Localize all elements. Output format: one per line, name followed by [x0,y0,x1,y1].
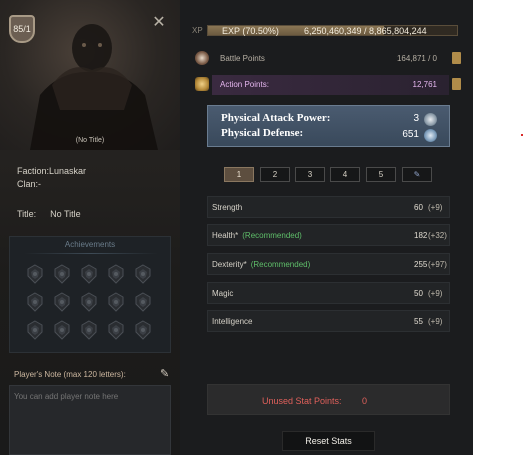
stat-name: Intelligence [212,317,252,326]
stat-row-strength[interactable]: Strength 60 (+9) [207,196,450,218]
achievement-emblem-icon[interactable] [79,292,99,312]
stat-name: Health* (Recommended) [212,231,302,240]
achievements-panel: Achievements [9,236,171,353]
achievement-emblem-icon[interactable] [133,264,153,284]
recommended-tag: (Recommended) [242,231,302,240]
clan-label: Clan: [17,179,39,189]
player-note-input[interactable] [14,389,166,403]
stat-name-text: Intelligence [212,317,253,326]
combat-stats-panel: Physical Attack Power: 3 Physical Defens… [207,105,450,147]
title-label: Title: [17,209,37,219]
achievement-emblem-icon[interactable] [52,264,72,284]
shield-icon [424,129,437,142]
achievement-emblem-icon[interactable] [133,320,153,340]
action-points-label: Action Points: [220,80,269,89]
player-note-label: Player's Note (max 120 letters): [14,370,126,379]
battle-points-value: 164,871 / 0 [396,54,437,63]
tab-preset-5[interactable]: 5 [366,167,396,182]
action-points-value: 12,761 [412,80,437,89]
tab-edit-pen-icon[interactable]: ✎ [402,167,432,182]
achievement-emblem-icon[interactable] [52,292,72,312]
battle-points-icon [195,51,209,65]
game-window: 85/1 ✕ (No Title) Faction:Lunaskar Clan:… [0,0,473,455]
character-portrait: 85/1 ✕ (No Title) [0,0,180,150]
stat-bonus: (+9) [428,203,443,212]
unused-stat-points-value: 0 [362,396,368,406]
battle-points-label: Battle Points [220,54,265,63]
achievement-emblem-icon[interactable] [52,320,72,340]
tab-preset-1[interactable]: 1 [224,167,254,182]
clan-row: Clan:- [17,179,41,189]
stat-bonus: (+9) [428,317,443,326]
stat-bonus: (+32) [428,231,447,240]
book-icon[interactable] [452,78,461,90]
achievement-emblem-icon[interactable] [79,264,99,284]
book-icon[interactable] [452,52,461,64]
title-value: No Title [50,209,81,219]
blank-area [473,0,525,455]
xp-amount-text: 6,250,460,349 / 8,865,804,244 [304,26,427,36]
stat-name-text: Dexterity* [212,260,247,269]
character-panel: 85/1 ✕ (No Title) Faction:Lunaskar Clan:… [0,0,180,455]
xp-label: XP [192,26,203,35]
physical-attack-label: Physical Attack Power: [221,112,331,124]
faction-value: Lunaskar [49,166,87,176]
stat-row-dexterity[interactable]: Dexterity* (Recommended) 255 (+97) [207,253,450,275]
stat-value: 60 [414,203,423,212]
close-icon[interactable]: ✕ [150,14,168,32]
action-points-row: Action Points: 12,761 [195,77,461,93]
stat-row-magic[interactable]: Magic 50 (+9) [207,282,450,304]
stat-name: Magic [212,289,233,298]
achievement-emblem-icon[interactable] [79,320,99,340]
recommended-tag: (Recommended) [250,260,311,269]
achievement-emblem-icon[interactable] [106,320,126,340]
stat-name-text: Magic [212,289,234,298]
reset-stats-button[interactable]: Reset Stats [282,431,375,451]
stat-name-text: Strength [212,203,243,212]
stat-bonus: (+9) [428,289,443,298]
achievement-emblem-icon[interactable] [133,292,153,312]
achievement-emblem-icon[interactable] [25,264,45,284]
sword-icon [424,113,437,126]
faction-row: Faction:Lunaskar [17,166,86,176]
achievement-emblem-icon[interactable] [106,292,126,312]
tab-preset-3[interactable]: 3 [295,167,325,182]
physical-attack-value: 3 [413,113,419,124]
achievements-header: Achievements [64,240,116,249]
achievements-divider [24,253,158,254]
xp-percent-text: EXP (70.50%) [222,26,279,36]
unused-stat-points-box: Unused Stat Points: 0 [207,384,450,415]
stat-name-text: Health* [212,231,239,240]
xp-progress-bar: EXP (70.50%) 6,250,460,349 / 8,865,804,2… [207,25,458,36]
level-badge: 85/1 [9,15,35,43]
physical-defense-label: Physical Defense: [221,127,304,139]
title-row: Title: No Title [17,209,81,219]
faction-label: Faction: [17,166,50,176]
unused-stat-points-label: Unused Stat Points: [262,396,342,406]
stat-row-health[interactable]: Health* (Recommended) 182 (+32) [207,224,450,246]
stat-name: Strength [212,203,242,212]
tab-preset-4[interactable]: 4 [330,167,360,182]
battle-points-row: Battle Points 164,871 / 0 [195,51,461,67]
stat-row-intelligence[interactable]: Intelligence 55 (+9) [207,310,450,332]
stat-name: Dexterity* (Recommended) [212,260,310,269]
stat-value: 182 [414,231,428,240]
stat-value: 50 [414,289,423,298]
cursor-dot [521,134,523,136]
tab-preset-2[interactable]: 2 [260,167,290,182]
player-note-box [9,385,171,455]
clan-value: - [38,179,42,189]
stat-value: 55 [414,317,423,326]
physical-defense-value: 651 [402,129,419,140]
stat-value: 255 [414,260,428,269]
stat-bonus: (+97) [428,260,447,269]
achievement-emblem-icon[interactable] [25,292,45,312]
achievement-emblem-icon[interactable] [25,320,45,340]
pen-edit-icon[interactable]: ✎ [160,367,172,380]
character-title-caption: (No Title) [75,137,105,144]
crown-icon [195,77,209,91]
achievement-emblem-icon[interactable] [106,264,126,284]
